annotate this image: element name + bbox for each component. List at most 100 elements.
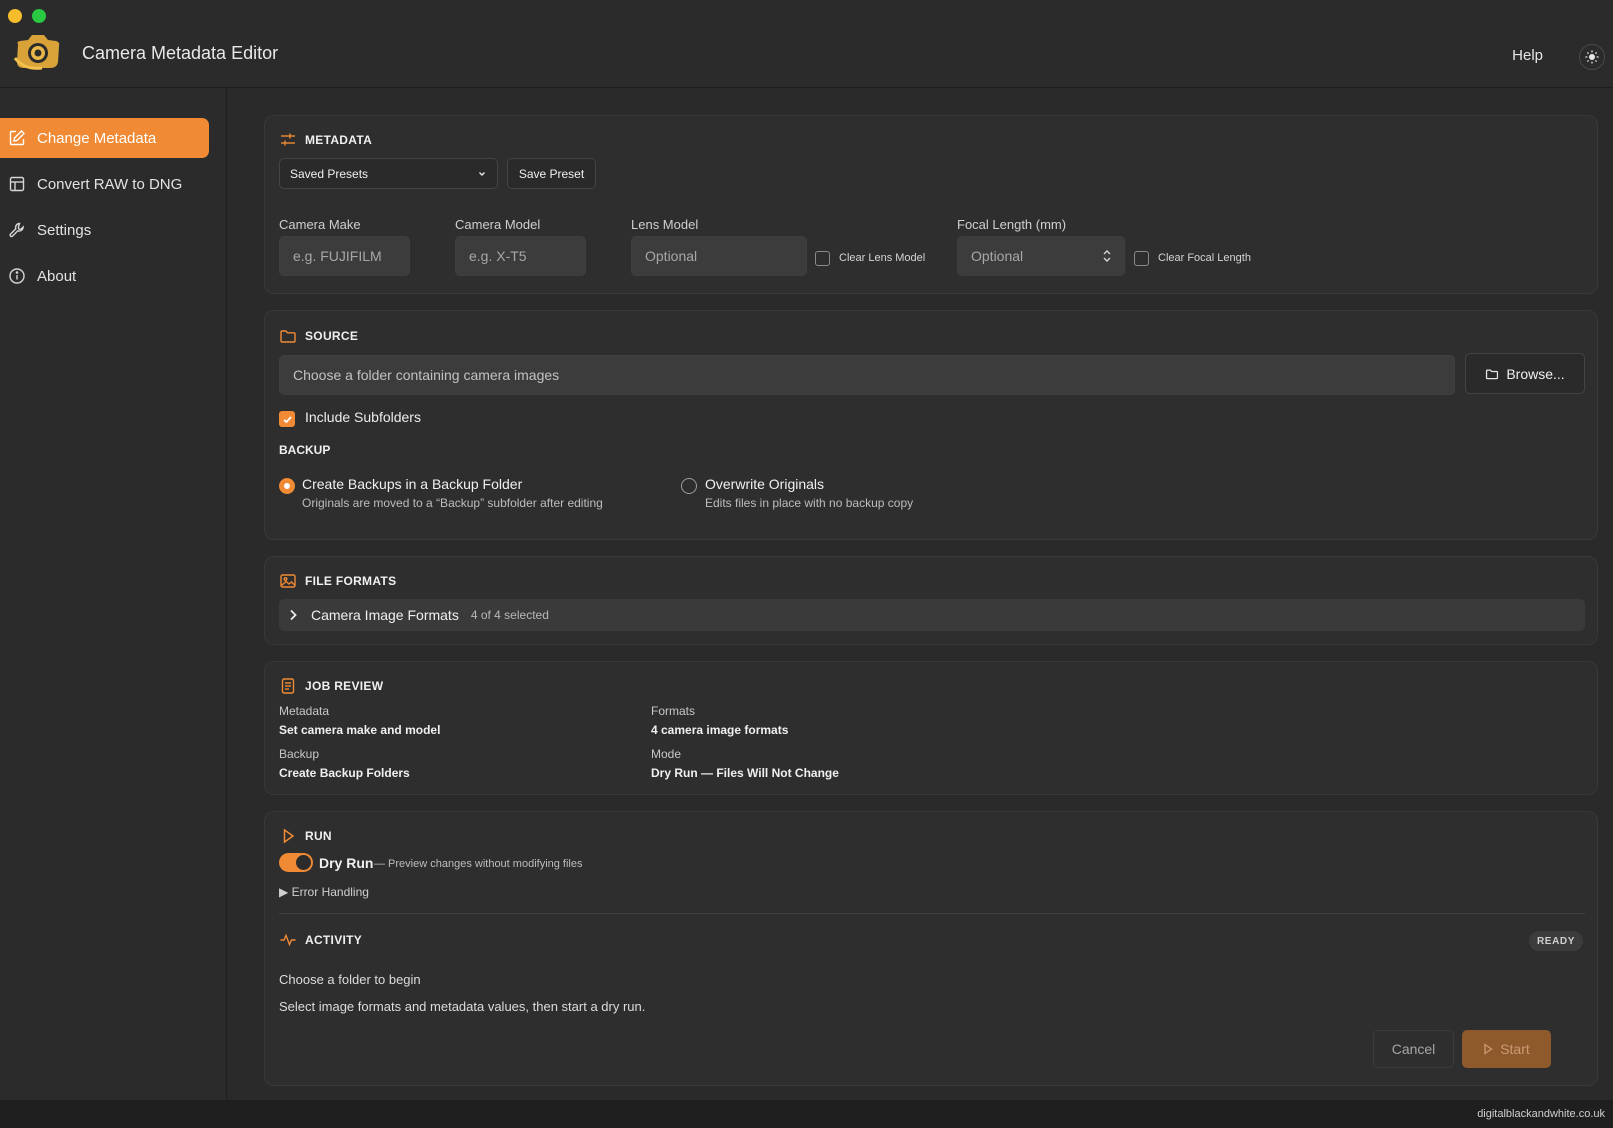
- metadata-panel: METADATA Saved Presets Save Preset Camer…: [264, 115, 1598, 294]
- section-title: SOURCE: [305, 329, 359, 343]
- sidebar-item-settings[interactable]: Settings: [0, 210, 209, 250]
- file-formats-section-header: FILE FORMATS: [279, 572, 396, 590]
- camera-model-input[interactable]: e.g. X-T5: [455, 236, 586, 276]
- browse-label: Browse...: [1506, 365, 1565, 382]
- toggle-knob: [296, 855, 311, 870]
- activity-section-header: ACTIVITY: [279, 931, 362, 949]
- zoom-button[interactable]: [32, 9, 46, 23]
- focal-length-input[interactable]: Optional: [957, 236, 1125, 276]
- section-title: JOB REVIEW: [305, 679, 384, 693]
- activity-message-title: Choose a folder to begin: [279, 972, 421, 987]
- overwrite-originals-option-title[interactable]: Overwrite Originals: [705, 476, 824, 492]
- browse-button[interactable]: Browse...: [1465, 353, 1585, 394]
- minimize-button[interactable]: [8, 9, 22, 23]
- dry-run-toggle[interactable]: [279, 853, 313, 872]
- title-bar: Camera Metadata Editor Help: [0, 0, 1613, 88]
- chevron-right-icon: [288, 609, 298, 621]
- checkmark-icon: [282, 414, 293, 425]
- include-subfolders-label: Include Subfolders: [305, 409, 421, 425]
- review-formats-label: Formats: [651, 704, 696, 718]
- sidebar-item-label: Change Metadata: [37, 129, 157, 147]
- camera-logo-icon: [12, 32, 62, 72]
- section-title: ACTIVITY: [305, 933, 363, 947]
- clear-focal-length-label: Clear Focal Length: [1158, 252, 1251, 264]
- backup-section-title: BACKUP: [279, 443, 331, 457]
- job-review-section-header: JOB REVIEW: [279, 677, 383, 695]
- include-subfolders-checkbox[interactable]: [279, 411, 295, 427]
- app-title: Camera Metadata Editor: [82, 43, 279, 63]
- sidebar-item-label: Settings: [37, 221, 92, 239]
- sliders-icon: [279, 131, 297, 149]
- error-handling-disclosure[interactable]: ▶ Error Handling: [279, 885, 369, 899]
- source-panel: SOURCE Choose a folder containing camera…: [264, 310, 1598, 540]
- sidebar-item-change-metadata[interactable]: Change Metadata: [0, 118, 209, 158]
- play-icon: [279, 827, 297, 845]
- clear-focal-length-checkbox[interactable]: [1134, 251, 1149, 266]
- main-content: METADATA Saved Presets Save Preset Camer…: [227, 88, 1613, 1100]
- status-badge: READY: [1528, 931, 1583, 951]
- sun-icon: [1585, 50, 1599, 64]
- backup-folder-radio[interactable]: [279, 478, 295, 494]
- review-formats-value: 4 camera image formats: [651, 723, 789, 737]
- info-icon: [8, 267, 26, 285]
- sidebar: Change Metadata Convert RAW to DNG Setti…: [0, 88, 227, 1100]
- review-mode-value: Dry Run — Files Will Not Change: [651, 766, 839, 780]
- folder-icon: [1485, 367, 1499, 381]
- focal-length-label: Focal Length (mm): [957, 217, 1067, 232]
- status-footer: digitalblackandwhite.co.uk: [0, 1100, 1613, 1128]
- sidebar-item-label: Convert RAW to DNG: [37, 175, 183, 193]
- theme-toggle-button[interactable]: [1579, 44, 1605, 70]
- cancel-button[interactable]: Cancel: [1373, 1030, 1454, 1068]
- sidebar-item-about[interactable]: About: [0, 256, 209, 296]
- review-backup-label: Backup: [279, 747, 320, 761]
- saved-presets-select[interactable]: Saved Presets: [279, 158, 498, 189]
- dry-run-description: — Preview changes without modifying file…: [374, 858, 583, 870]
- source-folder-input[interactable]: Choose a folder containing camera images: [279, 355, 1455, 395]
- lens-model-input[interactable]: Optional: [631, 236, 807, 276]
- wrench-icon: [8, 221, 26, 239]
- camera-make-input[interactable]: e.g. FUJIFILM: [279, 236, 410, 276]
- run-panel: RUN Dry Run — Preview changes without mo…: [264, 811, 1598, 1086]
- formats-row-label: Camera Image Formats: [311, 607, 459, 623]
- section-title: RUN: [305, 829, 332, 843]
- stepper-icon[interactable]: [1102, 248, 1112, 264]
- overwrite-originals-radio[interactable]: [681, 478, 697, 494]
- run-section-header: RUN: [279, 827, 332, 845]
- activity-icon: [279, 931, 297, 949]
- review-metadata-value: Set camera make and model: [279, 723, 441, 737]
- camera-make-label: Camera Make: [279, 217, 361, 232]
- lens-model-label: Lens Model: [631, 217, 699, 232]
- review-mode-label: Mode: [651, 747, 682, 761]
- clear-lens-model-label: Clear Lens Model: [839, 252, 926, 264]
- formats-row-count: 4 of 4 selected: [470, 608, 549, 622]
- backup-folder-option-desc: Originals are moved to a “Backup” subfol…: [302, 496, 603, 510]
- review-metadata-label: Metadata: [279, 704, 330, 718]
- dry-run-label: Dry Run: [319, 855, 374, 871]
- camera-model-label: Camera Model: [455, 217, 541, 232]
- review-backup-value: Create Backup Folders: [279, 766, 410, 780]
- job-review-panel: JOB REVIEW Metadata Set camera make and …: [264, 661, 1598, 795]
- sidebar-item-convert-raw[interactable]: Convert RAW to DNG: [0, 164, 209, 204]
- image-icon: [279, 572, 297, 590]
- metadata-section-header: METADATA: [279, 131, 372, 149]
- help-link[interactable]: Help: [1512, 47, 1543, 64]
- footer-website-text: digitalblackandwhite.co.uk: [1477, 1108, 1605, 1120]
- folder-icon: [279, 327, 297, 345]
- file-formats-panel: FILE FORMATS Camera Image Formats 4 of 4…: [264, 556, 1598, 645]
- edit-icon: [8, 129, 26, 147]
- presets-select-value: Saved Presets: [290, 166, 369, 181]
- sidebar-item-label: About: [37, 267, 77, 285]
- play-icon: [1483, 1043, 1493, 1055]
- start-button[interactable]: Start: [1462, 1030, 1551, 1068]
- divider: [279, 913, 1585, 914]
- focal-length-value: Optional: [971, 248, 1024, 264]
- source-section-header: SOURCE: [279, 327, 358, 345]
- clear-lens-model-checkbox[interactable]: [815, 251, 830, 266]
- start-label: Start: [1500, 1041, 1530, 1057]
- activity-message-body: Select image formats and metadata values…: [279, 999, 646, 1014]
- save-preset-button[interactable]: Save Preset: [507, 158, 596, 189]
- section-title: METADATA: [305, 133, 373, 147]
- backup-folder-option-title[interactable]: Create Backups in a Backup Folder: [302, 476, 522, 492]
- camera-image-formats-row[interactable]: Camera Image Formats 4 of 4 selected: [279, 599, 1585, 631]
- overwrite-originals-option-desc: Edits files in place with no backup copy: [705, 496, 914, 510]
